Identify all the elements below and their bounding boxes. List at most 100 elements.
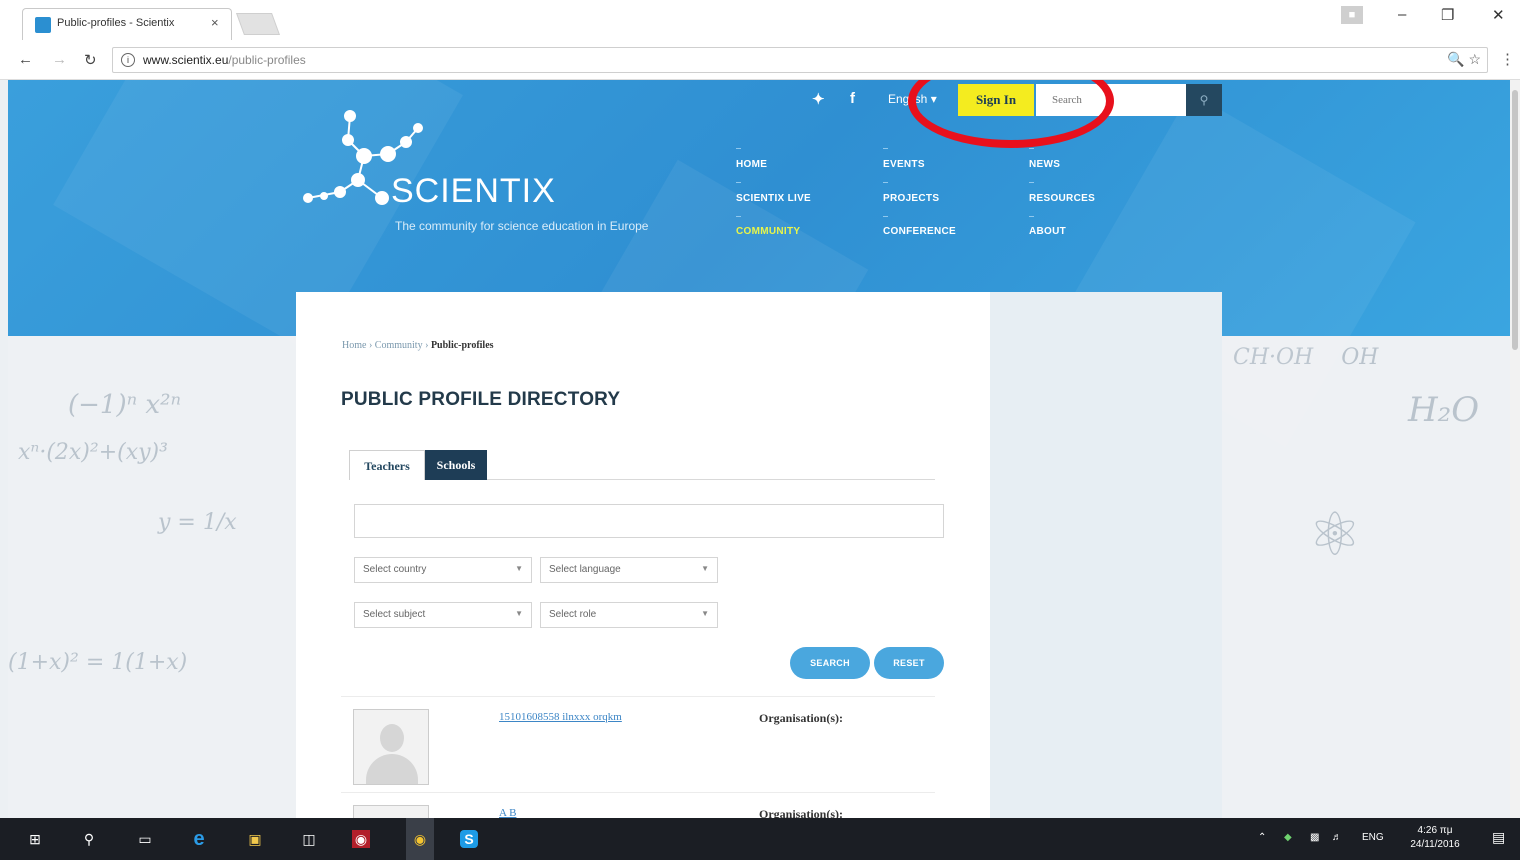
avatar: [353, 709, 429, 785]
menu-icon[interactable]: ⋮: [1500, 50, 1515, 68]
address-bar[interactable]: i www.scientix.eu/public-profiles 🔍 ☆: [112, 47, 1488, 73]
new-tab-button[interactable]: [235, 13, 281, 35]
directory-card: Home › Community › Public-profiles PUBLI…: [296, 292, 990, 818]
select-language[interactable]: Select language ▼: [540, 557, 718, 583]
math-doodle: (−1)ⁿ x²ⁿ: [68, 390, 182, 420]
search-icon[interactable]: ⚲: [1186, 84, 1222, 116]
twitter-icon[interactable]: ✦: [812, 90, 825, 108]
nav-dash: [1029, 182, 1034, 183]
nav-resources[interactable]: RESOURCES: [1029, 193, 1095, 204]
search-button[interactable]: SEARCH: [790, 647, 870, 679]
math-doodle: xⁿ·(2x)²+(xy)³: [18, 440, 168, 465]
select-country-value: Select country: [363, 564, 427, 575]
zoom-star-icons[interactable]: 🔍 ☆: [1447, 51, 1481, 68]
input-language[interactable]: ENG: [1362, 832, 1384, 843]
profile-icon[interactable]: ■: [1341, 6, 1363, 24]
zoom-icon[interactable]: 🔍: [1447, 51, 1464, 67]
tab-teachers[interactable]: Teachers: [349, 450, 425, 480]
star-icon[interactable]: ☆: [1468, 51, 1481, 67]
nav-dash: [1029, 148, 1034, 149]
system-clock[interactable]: 4:26 πμ 24/11/2016: [1400, 824, 1470, 852]
atom-doodle: ⚛: [1308, 500, 1362, 570]
clock-date: 24/11/2016: [1410, 839, 1460, 850]
profile-name-link[interactable]: 15101608558 ilnxxx orqkm: [499, 711, 622, 723]
breadcrumb-current: Public-profiles: [430, 340, 494, 351]
nav-events[interactable]: EVENTS: [883, 159, 925, 170]
scientix-favicon-icon: [35, 17, 51, 33]
nav-dash: [883, 182, 888, 183]
chrome-icon[interactable]: ◉: [406, 818, 434, 860]
breadcrumb-separator: ›: [422, 340, 431, 351]
avatar: [353, 805, 429, 818]
nav-dash: [736, 216, 741, 217]
nav-community[interactable]: COMMUNITY: [736, 226, 800, 237]
dropdown-arrow-icon: ▼: [701, 609, 709, 618]
dropdown-arrow-icon: ▼: [701, 564, 709, 573]
back-icon[interactable]: ←: [18, 51, 33, 68]
chem-doodle: H₂O: [1408, 390, 1480, 430]
sidebar-panel: [990, 292, 1222, 818]
nav-scientix-live[interactable]: SCIENTIX LIVE: [736, 193, 811, 204]
nav-dash: [736, 182, 741, 183]
minimize-icon[interactable]: –: [1398, 6, 1406, 23]
keyword-search-input[interactable]: [354, 504, 944, 538]
volume-icon[interactable]: ♬: [1332, 832, 1342, 843]
logo-text[interactable]: SCIENTIX: [391, 172, 556, 211]
store-icon[interactable]: ◫: [300, 830, 318, 848]
tray-chevron-icon[interactable]: ⌃: [1258, 832, 1266, 843]
tab-title: Public-profiles - Scientix: [57, 17, 175, 29]
avatar-body: [366, 754, 418, 784]
clock-time: 4:26 πμ: [1417, 825, 1453, 836]
webpage: (−1)ⁿ x²ⁿ xⁿ·(2x)²+(xy)³ y = 1/x (1+x)² …: [8, 80, 1510, 818]
breadcrumb-community[interactable]: Community: [375, 340, 423, 351]
tab-schools[interactable]: Schools: [425, 450, 487, 480]
nav-conference[interactable]: CONFERENCE: [883, 226, 956, 237]
reset-button[interactable]: RESET: [874, 647, 944, 679]
notifications-icon[interactable]: ▤: [1492, 829, 1505, 846]
close-window-icon[interactable]: ✕: [1492, 6, 1505, 24]
select-role[interactable]: Select role ▼: [540, 602, 718, 628]
select-country[interactable]: Select country ▼: [354, 557, 532, 583]
tab-strip: Public-profiles - Scientix × ■ – ❐ ✕: [0, 0, 1520, 40]
nav-news[interactable]: NEWS: [1029, 159, 1060, 170]
nav-about[interactable]: ABOUT: [1029, 226, 1066, 237]
list-item: A B Organisation(s):: [341, 792, 935, 818]
browser-tab[interactable]: Public-profiles - Scientix ×: [22, 8, 232, 40]
nav-dash: [883, 216, 888, 217]
reload-icon[interactable]: ↻: [84, 51, 97, 69]
dropdown-arrow-icon: ▼: [515, 564, 523, 573]
taskbar-search-icon[interactable]: ⚲: [80, 830, 98, 848]
math-doodle: (1+x)² = 1(1+x): [8, 650, 188, 675]
info-icon[interactable]: i: [121, 53, 135, 67]
select-language-value: Select language: [549, 564, 621, 575]
dropdown-arrow-icon: ▼: [515, 609, 523, 618]
file-explorer-icon[interactable]: ▣: [246, 830, 264, 848]
tagline: The community for science education in E…: [395, 219, 649, 233]
math-doodle: y = 1/x: [158, 510, 237, 535]
nav-dash: [883, 148, 888, 149]
tray-app-icon[interactable]: ◆: [1284, 832, 1292, 843]
restore-icon[interactable]: ❐: [1441, 6, 1454, 24]
windows-start-icon[interactable]: ⊞: [26, 830, 44, 848]
edge-icon[interactable]: e: [190, 829, 208, 849]
skype-icon[interactable]: S: [460, 830, 478, 848]
task-view-icon[interactable]: ▭: [136, 830, 154, 848]
profile-name-link[interactable]: A B: [499, 807, 516, 818]
organisation-label: Organisation(s):: [759, 807, 843, 818]
breadcrumb-home[interactable]: Home: [342, 340, 366, 351]
facebook-icon[interactable]: f: [850, 90, 855, 107]
select-subject-value: Select subject: [363, 609, 426, 620]
avatar-head: [380, 724, 404, 752]
select-subject[interactable]: Select subject ▼: [354, 602, 532, 628]
tab-close-icon[interactable]: ×: [211, 15, 219, 30]
scrollbar-thumb[interactable]: [1512, 90, 1518, 350]
url-text: www.scientix.eu/public-profiles: [143, 53, 306, 67]
list-item: 15101608558 ilnxxx orqkm Organisation(s)…: [341, 696, 935, 792]
page-title: PUBLIC PROFILE DIRECTORY: [341, 389, 621, 410]
app-icon[interactable]: ◉: [352, 830, 370, 848]
nav-dash: [1029, 216, 1034, 217]
forward-icon[interactable]: →: [52, 51, 67, 68]
network-icon[interactable]: ▩: [1310, 832, 1319, 843]
nav-home[interactable]: HOME: [736, 159, 767, 170]
nav-projects[interactable]: PROJECTS: [883, 193, 939, 204]
